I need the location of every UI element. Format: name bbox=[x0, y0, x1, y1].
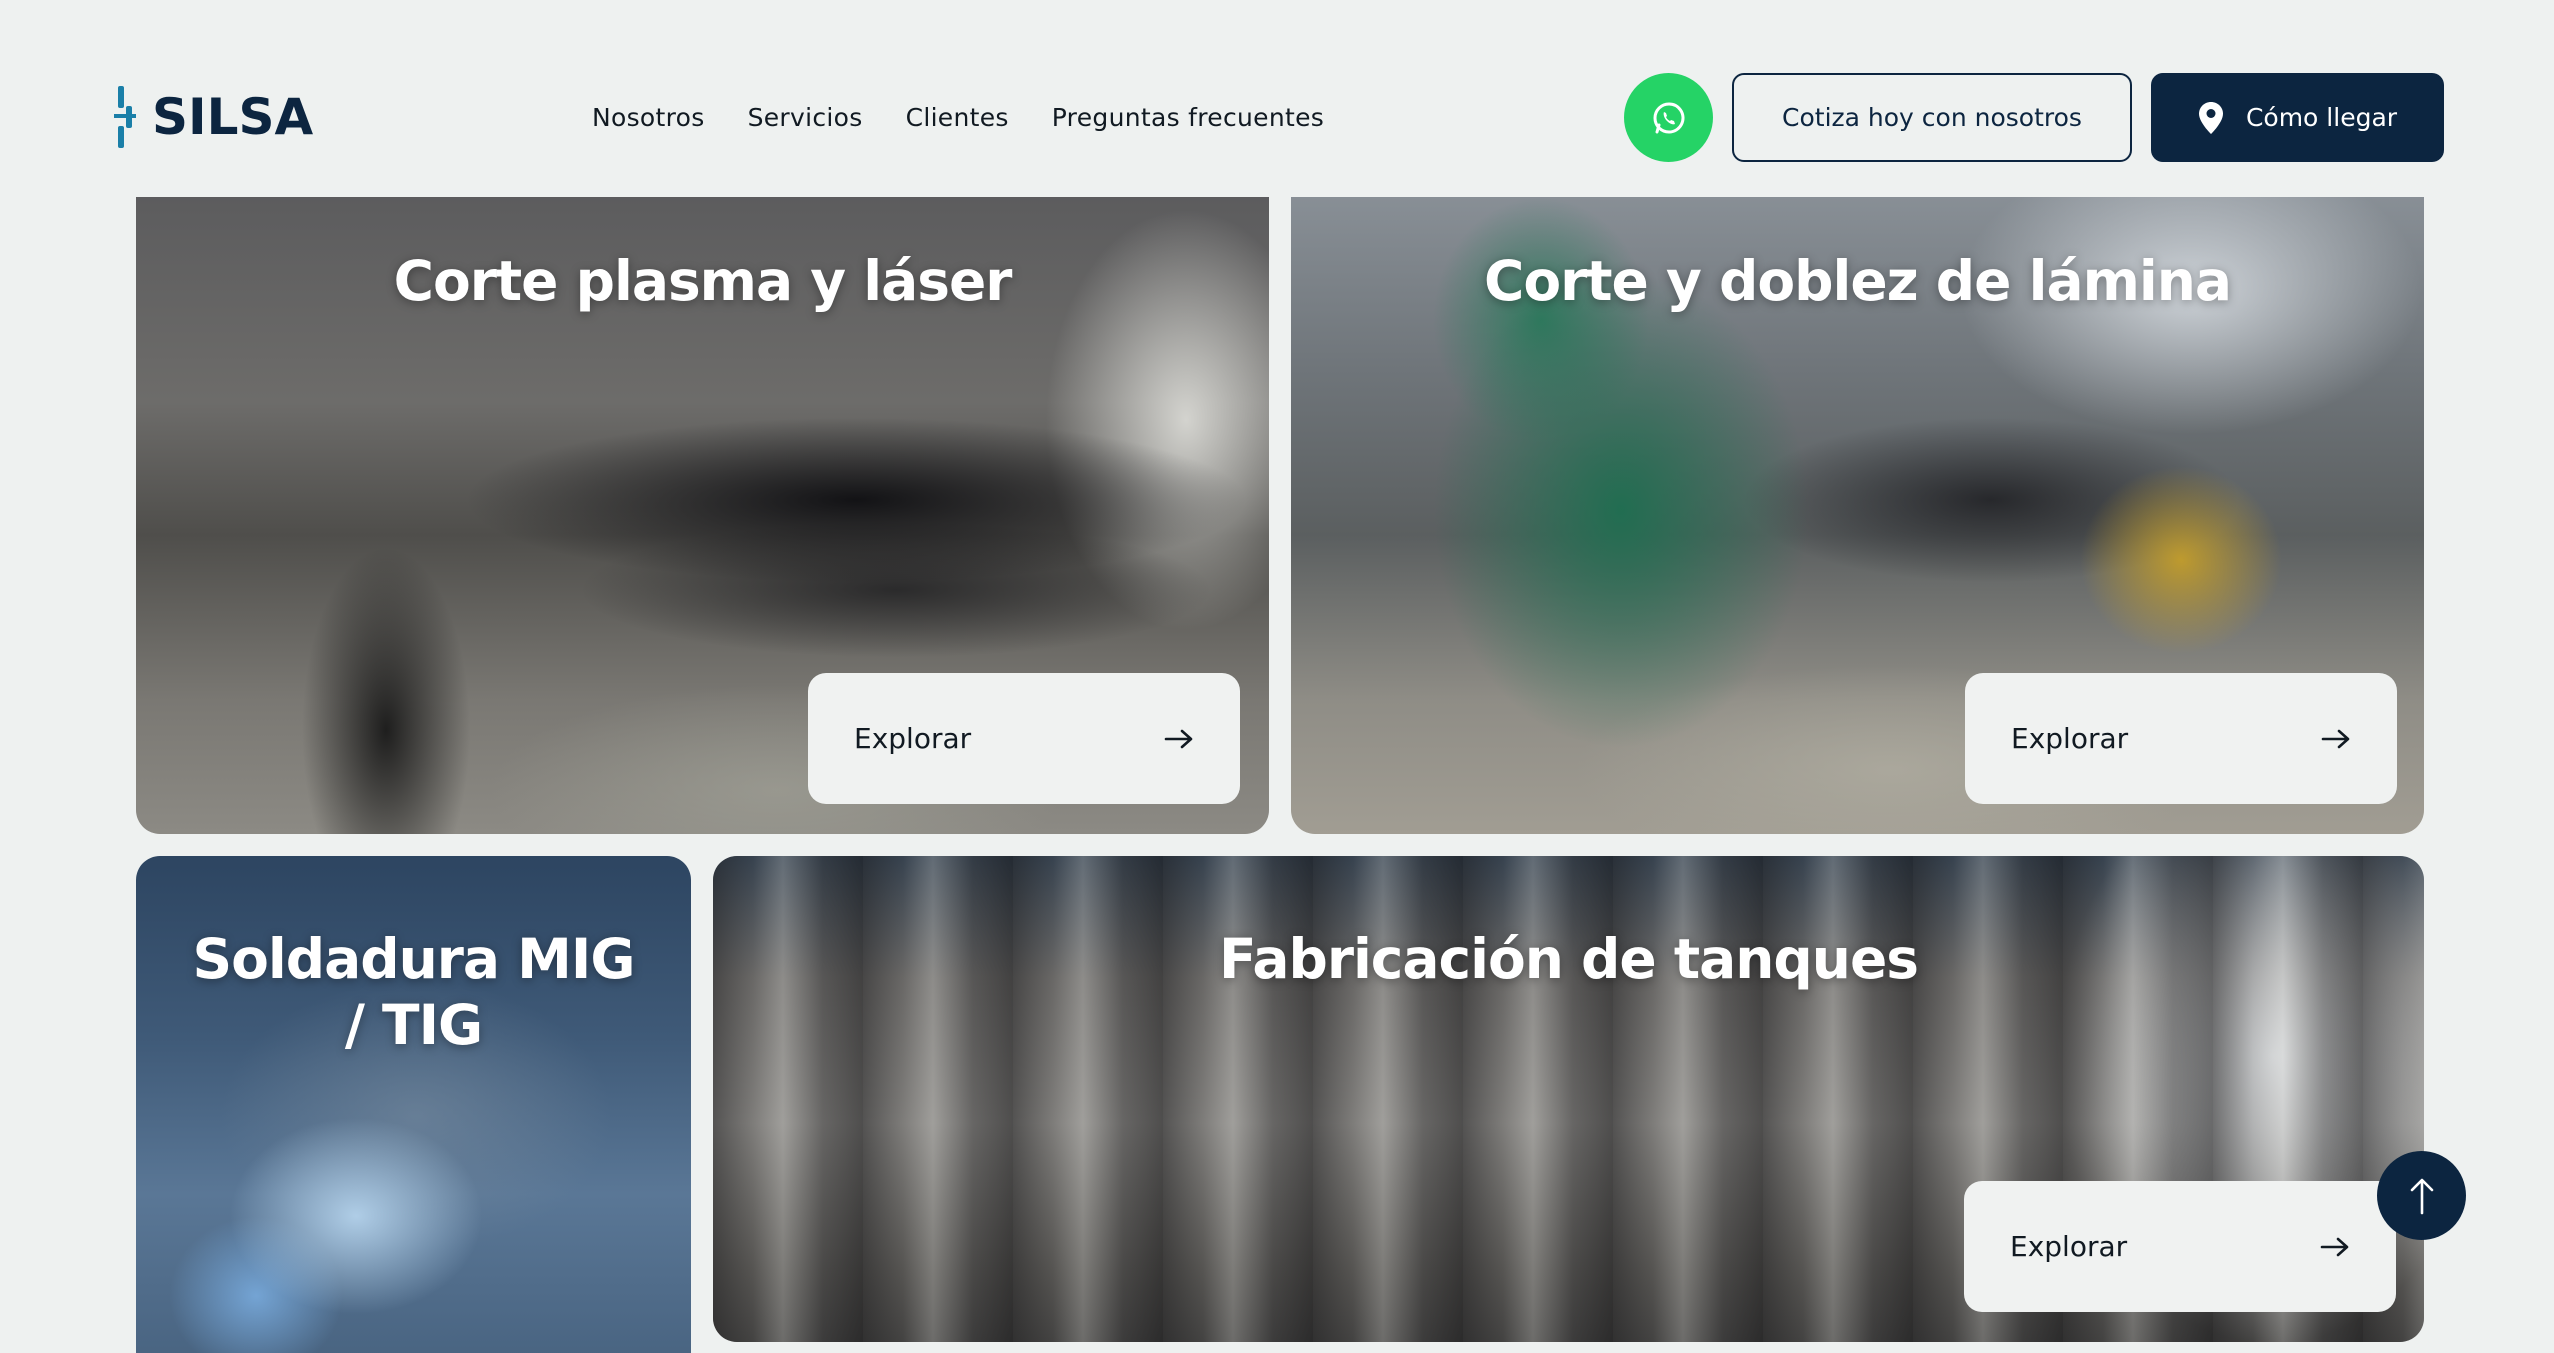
service-card-corte-doblez[interactable]: Corte y doblez de lámina Explorar bbox=[1291, 170, 2424, 834]
site-header: SILSA Nosotros Servicios Clientes Pregun… bbox=[0, 0, 2554, 197]
explore-button-label: Explorar bbox=[2010, 1230, 2128, 1263]
main-nav: Nosotros Servicios Clientes Preguntas fr… bbox=[592, 98, 1324, 138]
service-title: Soldadura MIG / TIG bbox=[192, 927, 636, 1057]
arrow-up-icon bbox=[2410, 1178, 2433, 1214]
explore-button-label: Explorar bbox=[854, 722, 972, 755]
service-title: Corte plasma y láser bbox=[393, 249, 1013, 313]
whatsapp-icon bbox=[1653, 101, 1684, 134]
page: Corte plasma y láser Explorar Corte y do… bbox=[0, 0, 2554, 1353]
whatsapp-button[interactable] bbox=[1624, 73, 1713, 162]
logo[interactable]: SILSA bbox=[114, 86, 313, 148]
service-title: Fabricación de tanques bbox=[1218, 927, 1919, 991]
service-card-soldadura[interactable]: Soldadura MIG / TIG bbox=[136, 856, 691, 1353]
service-title: Corte y doblez de lámina bbox=[1483, 249, 2232, 313]
service-card-corte-plasma[interactable]: Corte plasma y láser Explorar bbox=[136, 170, 1269, 834]
service-card-tanques[interactable]: Fabricación de tanques Explorar bbox=[713, 856, 2424, 1342]
quote-button[interactable]: Cotiza hoy con nosotros bbox=[1732, 73, 2132, 162]
arrow-right-icon bbox=[2321, 729, 2350, 748]
nav-item-preguntas-frecuentes[interactable]: Preguntas frecuentes bbox=[1052, 98, 1324, 138]
arrow-right-icon bbox=[1164, 729, 1193, 748]
nav-item-clientes[interactable]: Clientes bbox=[906, 98, 1009, 138]
logo-text: SILSA bbox=[152, 88, 314, 146]
explore-button[interactable]: Explorar bbox=[808, 673, 1240, 804]
map-pin-icon bbox=[2198, 101, 2223, 134]
nav-item-nosotros[interactable]: Nosotros bbox=[592, 98, 705, 138]
explore-button[interactable]: Explorar bbox=[1964, 1181, 2396, 1312]
logo-mark-icon bbox=[114, 86, 136, 148]
arrow-right-icon bbox=[2320, 1237, 2349, 1256]
directions-button-label: Cómo llegar bbox=[2245, 103, 2398, 132]
scroll-to-top-button[interactable] bbox=[2377, 1151, 2466, 1240]
explore-button[interactable]: Explorar bbox=[1965, 673, 2397, 804]
explore-button-label: Explorar bbox=[2011, 722, 2129, 755]
directions-button[interactable]: Cómo llegar bbox=[2151, 73, 2444, 162]
nav-item-servicios[interactable]: Servicios bbox=[748, 98, 863, 138]
